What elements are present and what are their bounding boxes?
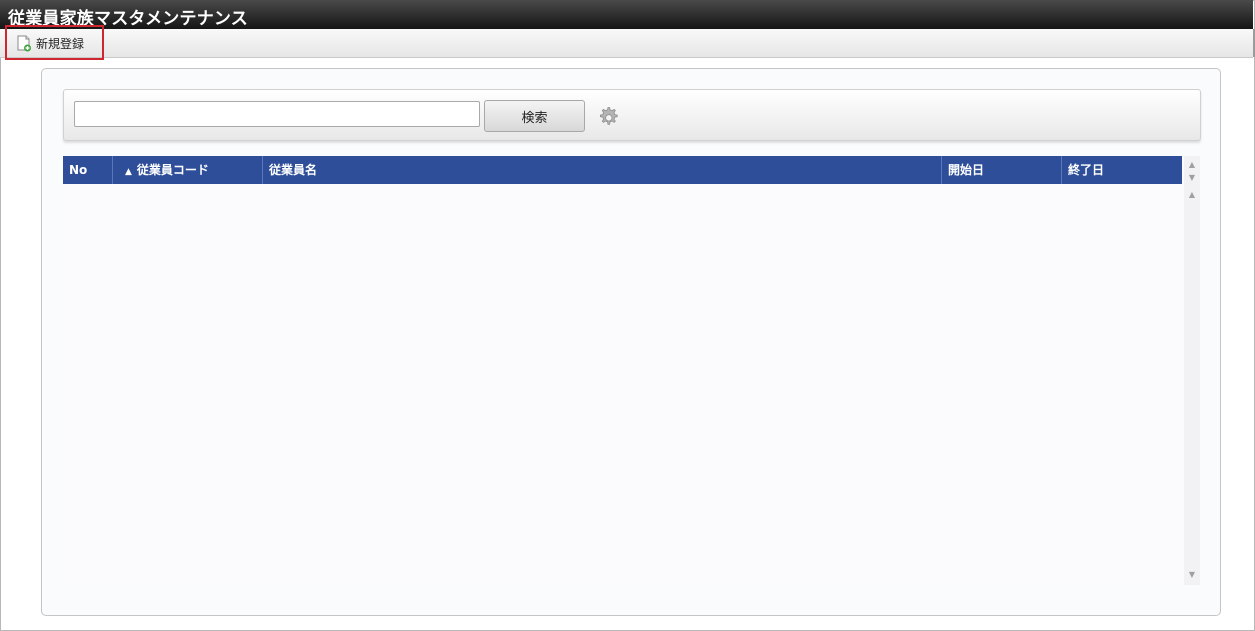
column-header-employee-name-label: 従業員名 bbox=[269, 163, 318, 177]
column-header-no[interactable]: No bbox=[63, 156, 113, 184]
column-header-end-date[interactable]: 終了日 bbox=[1062, 156, 1182, 184]
title-bar: 従業員家族マスタメンテナンス bbox=[0, 0, 1253, 29]
column-header-end-date-label: 終了日 bbox=[1068, 163, 1105, 177]
scroll-up-arrow-icon[interactable]: ▲ bbox=[1187, 160, 1197, 170]
column-header-no-label: No bbox=[69, 163, 88, 177]
scroll-down-arrow-icon[interactable]: ▼ bbox=[1187, 173, 1197, 183]
column-header-employee-name[interactable]: 従業員名 bbox=[263, 156, 942, 184]
highlight-annotation bbox=[5, 25, 104, 60]
column-header-start-date[interactable]: 開始日 bbox=[942, 156, 1062, 184]
column-header-employee-code-label: 従業員コード bbox=[136, 163, 209, 177]
sort-ascending-icon: ▲ bbox=[125, 167, 132, 177]
column-header-employee-code[interactable]: ▲ 従業員コード bbox=[113, 156, 263, 184]
main-panel: 検索 No ▲ 従業員コード 従業員名 開始日 終了日 ▲ ▼ ▲ ▼ bbox=[41, 68, 1221, 616]
scroll-down-arrow-icon[interactable]: ▼ bbox=[1187, 570, 1197, 580]
scroll-up-arrow-icon[interactable]: ▲ bbox=[1187, 190, 1197, 200]
search-input[interactable] bbox=[74, 101, 480, 127]
vertical-scrollbar[interactable]: ▲ ▼ ▲ ▼ bbox=[1184, 156, 1200, 585]
table-header: No ▲ 従業員コード 従業員名 開始日 終了日 bbox=[63, 156, 1182, 184]
table-body bbox=[63, 184, 1182, 584]
toolbar: 新規登録 bbox=[0, 29, 1253, 58]
search-bar: 検索 bbox=[63, 89, 1201, 141]
column-header-start-date-label: 開始日 bbox=[948, 163, 985, 177]
gear-icon[interactable] bbox=[596, 105, 620, 129]
search-button[interactable]: 検索 bbox=[484, 100, 585, 132]
